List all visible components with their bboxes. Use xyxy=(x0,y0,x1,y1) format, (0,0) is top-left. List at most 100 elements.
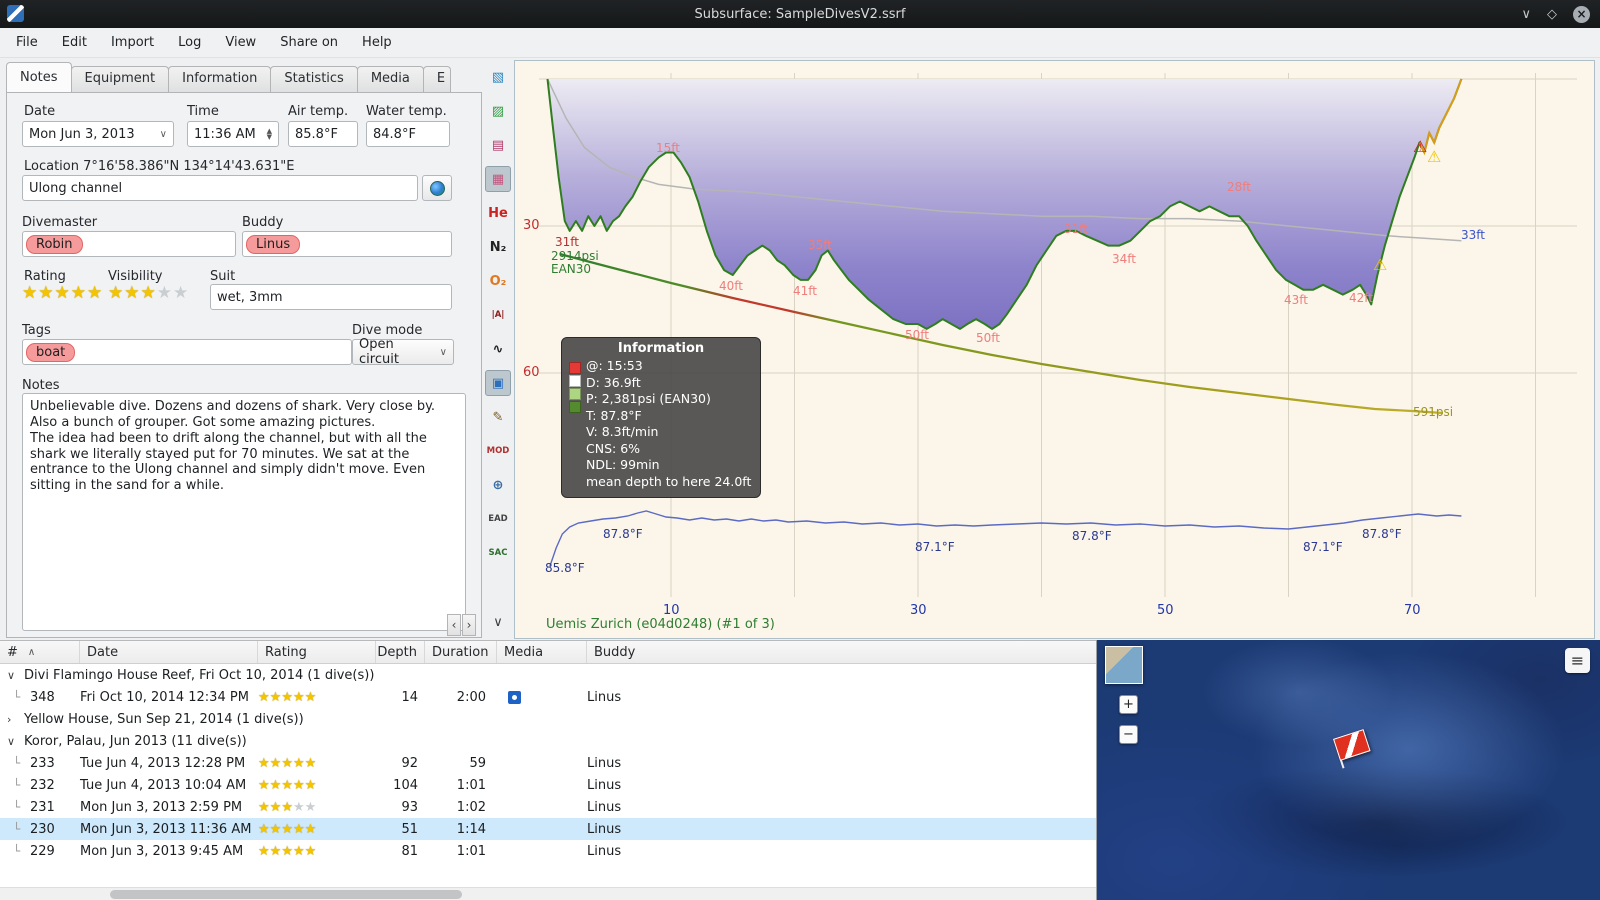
mini-map[interactable] xyxy=(1105,646,1143,684)
tab-statistics[interactable]: Statistics xyxy=(270,66,358,92)
star-icon[interactable]: ★ xyxy=(305,756,317,771)
pn2-graph-icon[interactable]: N₂ xyxy=(485,234,511,260)
chevron-collapsed-icon[interactable]: › xyxy=(7,713,17,726)
toolbar-scroll-down-icon[interactable]: ∨ xyxy=(493,615,503,630)
star-icon[interactable]: ★ xyxy=(281,778,293,793)
phe-graph-icon[interactable]: He xyxy=(485,200,511,226)
profile-chart[interactable]: 15ft 28ft 35ft 31ft 34ft 40ft 41ft 43ft 42ft 50ft… xyxy=(514,60,1595,639)
star-icon[interactable]: ★ xyxy=(258,690,270,705)
star-icon[interactable]: ★ xyxy=(293,690,305,705)
scrollbar-thumb[interactable] xyxy=(110,890,462,899)
mod-icon[interactable]: MOD xyxy=(485,438,511,464)
tag-chip[interactable]: boat xyxy=(26,342,76,362)
star-icon[interactable]: ★ xyxy=(108,283,124,303)
buddy-chip[interactable]: Linus xyxy=(246,234,301,254)
zoom-out-button[interactable]: − xyxy=(1119,725,1138,744)
close-icon[interactable]: × xyxy=(1573,5,1590,23)
photos-toggle-icon[interactable]: ▣ xyxy=(485,370,511,396)
star-icon[interactable]: ★ xyxy=(281,822,293,837)
horizontal-scrollbar[interactable] xyxy=(0,887,1096,900)
star-icon[interactable]: ★ xyxy=(258,844,270,859)
trip-row[interactable]: ∨ Divi Flamingo House Reef, Fri Oct 10, 2… xyxy=(0,664,1096,686)
sac-icon[interactable]: SAC xyxy=(485,540,511,566)
maximize-icon[interactable]: ◇ xyxy=(1547,7,1557,22)
trip-row[interactable]: ∨ Koror, Palau, Jun 2013 (11 dive(s)) xyxy=(0,730,1096,752)
star-icon[interactable]: ★ xyxy=(293,822,305,837)
star-icon[interactable]: ★ xyxy=(305,800,317,815)
star-icon[interactable]: ★ xyxy=(270,690,282,705)
dc-ceiling-icon[interactable]: ▤ xyxy=(485,132,511,158)
dive-row[interactable]: └ 232 Tue Jun 4, 2013 10:04 AM ★★★★★ 104 1:01… xyxy=(0,774,1096,796)
star-icon[interactable]: ★ xyxy=(258,756,270,771)
menu-edit[interactable]: Edit xyxy=(50,31,99,54)
menu-import[interactable]: Import xyxy=(99,31,166,54)
star-icon[interactable]: ★ xyxy=(305,690,317,705)
tab-scroll-left-icon[interactable]: ‹ xyxy=(447,614,461,636)
dive-list-header[interactable]: # ∧ Date Rating Depth Duration Media Budd… xyxy=(0,641,1096,664)
star-icon[interactable]: ★ xyxy=(281,800,293,815)
star-icon[interactable]: ★ xyxy=(258,822,270,837)
title-bar[interactable]: Subsurface: SampleDivesV2.ssrf ∨ ◇ × xyxy=(0,0,1600,28)
tab-information[interactable]: Information xyxy=(168,66,272,92)
dive-row[interactable]: └ 231 Mon Jun 3, 2013 2:59 PM ★★★★★ 93 1:02 Li… xyxy=(0,796,1096,818)
star-icon[interactable]: ★ xyxy=(71,283,87,303)
star-icon[interactable]: ★ xyxy=(157,283,173,303)
heart-rate-icon[interactable]: ∿ xyxy=(485,336,511,362)
dive-row[interactable]: └ 233 Tue Jun 4, 2013 12:28 PM ★★★★★ 92 59 Lin… xyxy=(0,752,1096,774)
star-icon[interactable]: ★ xyxy=(305,844,317,859)
tab-notes[interactable]: Notes xyxy=(6,62,72,92)
buddy-input[interactable]: Linus xyxy=(242,231,452,257)
star-icon[interactable]: ★ xyxy=(281,756,293,771)
menu-help[interactable]: Help xyxy=(350,31,404,54)
star-icon[interactable]: ★ xyxy=(270,822,282,837)
star-icon[interactable]: ★ xyxy=(270,844,282,859)
media-icon[interactable] xyxy=(508,690,521,704)
rating-stars[interactable]: ★★★★★ xyxy=(22,283,103,303)
dive-row[interactable]: └ 230 Mon Jun 3, 2013 11:36 AM ★★★★★ 51 1:14 L… xyxy=(0,818,1096,840)
menu-view[interactable]: View xyxy=(213,31,268,54)
star-icon[interactable]: ★ xyxy=(258,800,270,815)
tab-scroll-right-icon[interactable]: › xyxy=(462,614,476,636)
spinner-icons[interactable]: ▲ ▼ xyxy=(267,128,272,141)
star-icon[interactable]: ★ xyxy=(270,756,282,771)
ambient-pressure-icon[interactable]: |A| xyxy=(485,302,511,328)
chevron-expanded-icon[interactable]: ∨ xyxy=(7,669,17,682)
suit-input[interactable]: wet, 3mm xyxy=(210,284,452,310)
divemaster-input[interactable]: Robin xyxy=(22,231,236,257)
dive-row[interactable]: └ 348 Fri Oct 10, 2014 12:34 PM ★★★★★ 14 2:00… xyxy=(0,686,1096,708)
star-icon[interactable]: ★ xyxy=(38,283,54,303)
star-icon[interactable]: ★ xyxy=(293,800,305,815)
air-temp-field[interactable]: 85.8°F xyxy=(288,121,358,147)
star-icon[interactable]: ★ xyxy=(293,844,305,859)
divemaster-chip[interactable]: Robin xyxy=(26,234,83,254)
star-icon[interactable]: ★ xyxy=(270,778,282,793)
star-icon[interactable]: ★ xyxy=(293,778,305,793)
star-icon[interactable]: ★ xyxy=(305,822,317,837)
menu-log[interactable]: Log xyxy=(166,31,213,54)
star-icon[interactable]: ★ xyxy=(141,283,157,303)
star-icon[interactable]: ★ xyxy=(55,283,71,303)
star-icon[interactable]: ★ xyxy=(270,800,282,815)
menu-share-on[interactable]: Share on xyxy=(268,31,350,54)
location-input[interactable]: Ulong channel xyxy=(22,175,418,201)
profile-info-box[interactable]: Information @: 15:53 D: 36.9ft P: 2,381psi… xyxy=(561,337,761,498)
star-icon[interactable]: ★ xyxy=(293,756,305,771)
deco-info-icon[interactable]: ⊕ xyxy=(485,472,511,498)
tags-input[interactable]: boat xyxy=(22,339,352,365)
star-icon[interactable]: ★ xyxy=(281,690,293,705)
dive-site-marker[interactable] xyxy=(1333,727,1381,770)
dive-mode-select[interactable]: Open circuit ∨ xyxy=(352,337,454,367)
zoom-in-button[interactable]: + xyxy=(1119,695,1138,714)
infobox-toggle-icon[interactable]: ▨ xyxy=(485,98,511,124)
tab-equipment[interactable]: Equipment xyxy=(70,66,170,92)
chevron-expanded-icon[interactable]: ∨ xyxy=(7,735,17,748)
ead-icon[interactable]: EAD xyxy=(485,506,511,532)
star-icon[interactable]: ★ xyxy=(305,778,317,793)
star-icon[interactable]: ★ xyxy=(281,844,293,859)
globe-button[interactable] xyxy=(422,175,452,201)
time-stepper[interactable]: 11:36 AM ▲ ▼ xyxy=(187,121,279,147)
star-icon[interactable]: ★ xyxy=(124,283,140,303)
notes-textarea[interactable]: Unbelievable dive. Dozens and dozens of … xyxy=(22,393,466,631)
menu-file[interactable]: File xyxy=(4,31,50,54)
star-icon[interactable]: ★ xyxy=(258,778,270,793)
